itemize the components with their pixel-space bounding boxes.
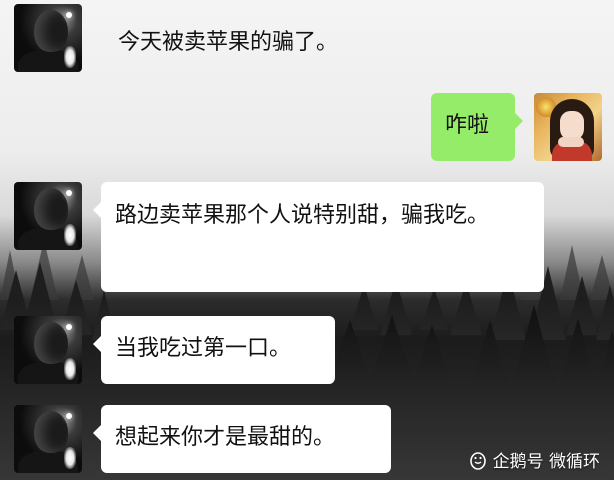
message-text: 路边卖苹果那个人说特别甜，骗我吃。: [115, 203, 490, 228]
incoming-message[interactable]: 想起来你才是最甜的。: [93, 405, 391, 473]
chat-screenshot: 今天被卖苹果的骗了。 咋啦 路边卖苹果那个人说特别甜，骗我吃。 当我吃过第一口。: [0, 0, 614, 480]
message-text: 咋啦: [445, 113, 490, 138]
my-avatar[interactable]: [534, 93, 602, 161]
outgoing-message[interactable]: 咋啦: [431, 93, 523, 161]
contact-avatar[interactable]: [14, 4, 82, 72]
message-text: 今天被卖苹果的骗了。: [118, 30, 339, 55]
watermark-text: 企鹅号 微循环: [492, 452, 600, 472]
penguin-icon: [469, 451, 486, 470]
message-text: 想起来你才是最甜的。: [115, 425, 336, 450]
incoming-message[interactable]: 当我吃过第一口。: [93, 316, 335, 384]
contact-avatar[interactable]: [14, 405, 82, 473]
incoming-message[interactable]: 今天被卖苹果的骗了。: [104, 19, 352, 67]
contact-avatar[interactable]: [14, 316, 82, 384]
message-text: 当我吃过第一口。: [115, 336, 292, 361]
contact-avatar[interactable]: [14, 182, 82, 250]
watermark: 企鹅号 微循环: [469, 447, 600, 472]
incoming-message[interactable]: 路边卖苹果那个人说特别甜，骗我吃。: [93, 182, 544, 292]
